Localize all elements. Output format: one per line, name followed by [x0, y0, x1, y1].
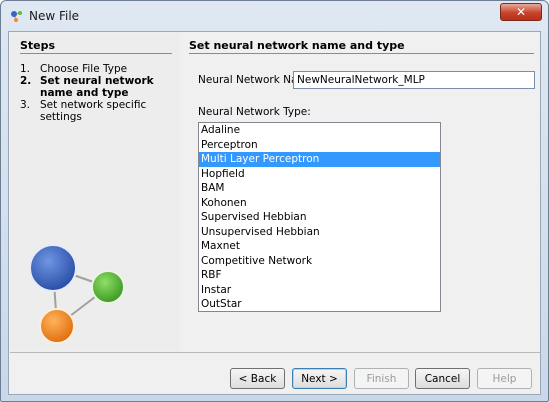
- help-button: Help: [477, 368, 532, 389]
- orange-node-icon: [39, 308, 75, 344]
- step-network-settings: 3. Set network specific settings: [20, 99, 170, 123]
- window-title: New File: [29, 9, 80, 23]
- network-type-list[interactable]: Adaline Perceptron Multi Layer Perceptro…: [198, 122, 441, 312]
- network-type-label: Neural Network Type:: [198, 106, 311, 118]
- title-bar[interactable]: New File ✕: [1, 1, 548, 31]
- close-button[interactable]: ✕: [500, 3, 542, 21]
- list-item-selected[interactable]: Multi Layer Perceptron: [199, 152, 440, 167]
- finish-button: Finish: [354, 368, 409, 389]
- app-icon: [11, 11, 22, 22]
- list-item[interactable]: Hopfield: [199, 167, 440, 182]
- list-item[interactable]: Supervised Hebbian: [199, 210, 440, 225]
- step-label: Set neural network name and type: [40, 75, 154, 99]
- next-button[interactable]: Next >: [292, 368, 347, 389]
- list-item[interactable]: Kohonen: [199, 196, 440, 211]
- steps-title: Steps: [20, 39, 56, 52]
- step-choose-file-type: 1. Choose File Type: [20, 63, 170, 75]
- network-name-input[interactable]: [293, 71, 535, 89]
- list-item[interactable]: Perceptron: [199, 138, 440, 153]
- step-label: Choose File Type: [40, 63, 128, 75]
- step-number: 3.: [20, 99, 31, 111]
- button-bar-divider: [10, 352, 541, 353]
- list-item[interactable]: RBF: [199, 268, 440, 283]
- list-item[interactable]: Maxnet: [199, 239, 440, 254]
- blue-node-icon: [29, 244, 77, 292]
- neural-network-graphic: [29, 244, 125, 344]
- back-button[interactable]: < Back: [230, 368, 285, 389]
- step-label: Set network specific settings: [40, 99, 147, 123]
- steps-panel: Steps 1. Choose File Type 2. Set neural ne…: [10, 33, 180, 351]
- step-set-name-and-type: 2. Set neural network name and type: [20, 75, 170, 99]
- list-item[interactable]: Adaline: [199, 123, 440, 138]
- dialog-body: Steps 1. Choose File Type 2. Set neural ne…: [8, 31, 541, 395]
- page-title: Set neural network name and type: [189, 39, 405, 52]
- green-node-icon: [91, 270, 125, 304]
- list-item[interactable]: Unsupervised Hebbian: [199, 225, 440, 240]
- list-item[interactable]: OutStar: [199, 297, 440, 311]
- steps-divider: [20, 53, 172, 54]
- step-number: 2.: [20, 75, 32, 87]
- title-divider: [189, 53, 534, 54]
- list-item[interactable]: Instar: [199, 283, 440, 298]
- new-file-dialog: New File ✕ Steps 1. Choose File Type 2. Se…: [0, 0, 549, 402]
- list-item[interactable]: BAM: [199, 181, 440, 196]
- step-number: 1.: [20, 63, 31, 75]
- list-item[interactable]: Competitive Network: [199, 254, 440, 269]
- cancel-button[interactable]: Cancel: [415, 368, 470, 389]
